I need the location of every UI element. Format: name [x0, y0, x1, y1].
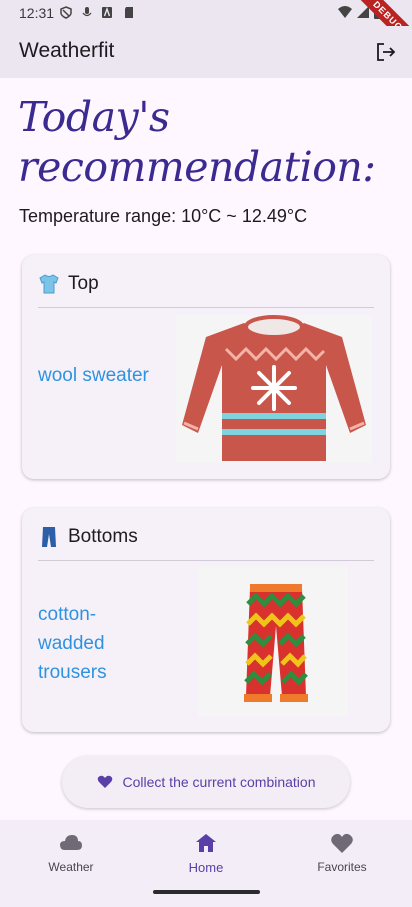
wifi-icon — [338, 6, 352, 18]
status-bar: 12:31 DEBUG — [0, 0, 412, 58]
app-title: Weatherfit — [19, 39, 115, 62]
card-header: Top — [38, 271, 99, 297]
jeans-icon — [42, 527, 56, 547]
nav-label: Weather — [48, 860, 94, 874]
divider — [38, 560, 374, 561]
heart-icon — [97, 775, 112, 788]
gesture-bar — [153, 890, 260, 894]
cloud-icon — [60, 835, 82, 850]
clothing-name[interactable]: cotton-wadded trousers — [38, 600, 158, 687]
collect-combination-button[interactable]: Collect the current combination — [62, 756, 350, 808]
nav-weather[interactable]: Weather — [16, 832, 126, 874]
page-title: Today's recommendation: — [18, 93, 376, 191]
divider — [38, 307, 374, 308]
bottoms-card[interactable]: Bottoms cotton-wadded trousers — [22, 508, 390, 732]
temperature-range: Temperature range: 10°C ~ 12.49°C — [19, 206, 308, 226]
collect-button-label: Collect the current combination — [122, 774, 316, 790]
nav-favorites[interactable]: Favorites — [287, 832, 397, 874]
card-heading: Top — [68, 273, 99, 294]
app-notification-icon — [102, 6, 112, 18]
nav-label: Favorites — [317, 860, 367, 874]
microphone-icon — [82, 7, 92, 17]
top-card[interactable]: Top wool sweater — [22, 255, 390, 479]
trousers-image — [198, 566, 348, 716]
logout-icon[interactable] — [374, 40, 398, 64]
card-header: Bottoms — [38, 524, 138, 550]
card-heading: Bottoms — [68, 526, 138, 547]
nav-home[interactable]: Home — [151, 832, 261, 875]
vpn-shield-icon — [60, 6, 72, 19]
home-icon — [196, 834, 216, 852]
heart-icon — [331, 833, 353, 853]
sweater-image — [176, 315, 372, 463]
clothing-name[interactable]: wool sweater — [38, 361, 158, 390]
nav-label: Home — [188, 860, 224, 875]
sd-card-icon — [125, 7, 133, 18]
status-time: 12:31 — [19, 5, 55, 21]
app-bar: Weatherfit — [0, 26, 412, 78]
t-shirt-icon — [39, 274, 59, 294]
